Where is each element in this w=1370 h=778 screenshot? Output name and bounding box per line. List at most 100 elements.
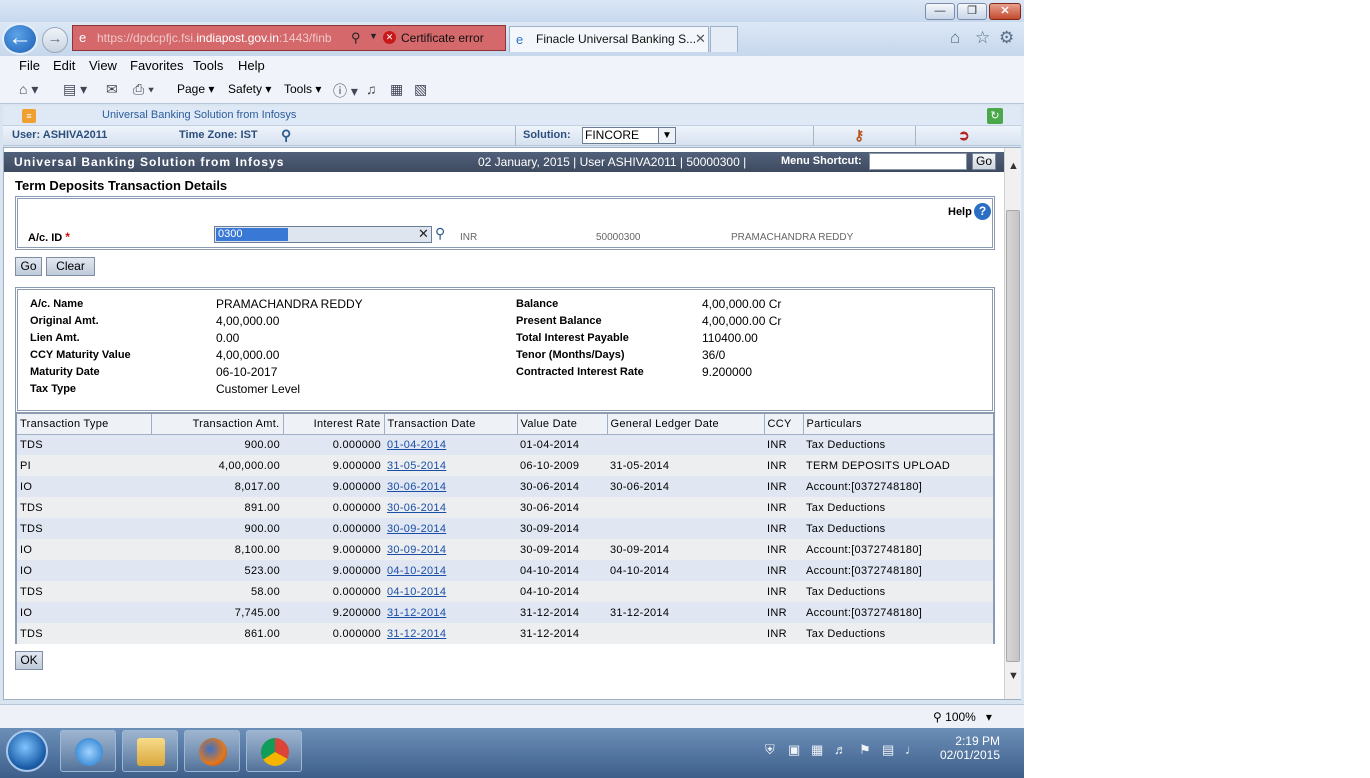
column-header[interactable]: Value Date <box>517 414 608 435</box>
transaction-date-link[interactable]: 04-10-2014 <box>387 565 446 577</box>
column-header[interactable]: CCY <box>764 414 804 435</box>
messenger-icon[interactable]: ▦ <box>390 81 403 98</box>
page-title: Term Deposits Transaction Details <box>15 178 228 193</box>
settings-gear-icon[interactable]: ⚙ <box>999 28 1014 48</box>
chevron-down-icon[interactable]: ▼ <box>658 128 675 143</box>
transaction-date-link[interactable]: 31-12-2014 <box>387 628 446 640</box>
taskbar-internet-explorer[interactable] <box>60 730 116 772</box>
home-icon[interactable]: ⌂ <box>950 28 960 48</box>
address-search-icon[interactable]: ⚲ <box>351 30 361 46</box>
key-icon[interactable]: ⚷ <box>854 127 864 144</box>
menu-shortcut-go-button[interactable]: Go <box>972 153 996 170</box>
action-center-flag-icon[interactable]: ⚑ <box>859 742 871 758</box>
app-refresh-icon[interactable]: ↻ <box>987 108 1003 124</box>
browser-tab[interactable]: e Finacle Universal Banking S... ✕ <box>509 26 709 52</box>
acid-input[interactable]: 0300 ✕ <box>214 226 432 243</box>
rss-icon[interactable]: ≡ <box>22 109 36 123</box>
column-header[interactable]: General Ledger Date <box>607 414 765 435</box>
column-header[interactable]: Transaction Amt. <box>151 414 284 435</box>
account-search-icon[interactable]: ⚲ <box>435 225 445 242</box>
table-cell-ccy: INR <box>764 581 803 602</box>
vertical-scrollbar[interactable]: ▲ ▼ <box>1004 148 1021 699</box>
system-clock[interactable]: 2:19 PM 02/01/2015 <box>928 734 1000 762</box>
forward-button[interactable]: → <box>42 27 68 53</box>
transaction-date-link[interactable]: 30-06-2014 <box>387 481 446 493</box>
solution-select[interactable]: FINCORE ▼ <box>582 127 676 144</box>
table-cell-gl: 31-05-2014 <box>607 455 764 476</box>
search-icon[interactable]: ⚲ <box>281 127 291 144</box>
tray-speaker-icon[interactable]: ♬ <box>834 742 847 757</box>
security-shield-icon[interactable]: ⛨ <box>765 742 775 758</box>
help-icon[interactable]: ? <box>974 203 991 220</box>
menu-file[interactable]: File <box>19 58 40 73</box>
scroll-thumb[interactable] <box>1006 210 1020 662</box>
transaction-date-link[interactable]: 30-09-2014 <box>387 523 446 535</box>
minimize-button[interactable]: — <box>925 3 955 20</box>
timezone-label: Time Zone: IST <box>179 129 258 141</box>
certificate-error-icon[interactable]: ✕ <box>383 31 396 44</box>
ok-button[interactable]: OK <box>15 651 43 670</box>
help-link[interactable]: Help <box>948 206 972 218</box>
menu-help[interactable]: Help <box>238 58 265 73</box>
transaction-date-link[interactable]: 30-09-2014 <box>387 544 446 556</box>
research-icon[interactable]: ♫ <box>366 81 377 97</box>
menu-favorites[interactable]: Favorites <box>130 58 183 73</box>
tray-app-icon[interactable]: ▣ <box>788 742 800 758</box>
addon-icon[interactable]: ▧ <box>414 81 427 98</box>
page-menu[interactable]: Page ▾ <box>177 82 214 96</box>
safety-menu[interactable]: Safety ▾ <box>228 82 271 96</box>
close-window-button[interactable]: ✕ <box>989 3 1021 20</box>
table-cell-gl <box>607 434 764 455</box>
column-header[interactable]: Interest Rate <box>283 414 385 435</box>
tab-close-icon[interactable]: ✕ <box>695 31 706 47</box>
transaction-date-link[interactable]: 30-06-2014 <box>387 502 446 514</box>
column-header[interactable]: Transaction Date <box>384 414 518 435</box>
menu-shortcut-input[interactable] <box>869 153 967 170</box>
scroll-down-icon[interactable]: ▼ <box>1008 670 1019 682</box>
transaction-date-link[interactable]: 31-05-2014 <box>387 460 446 472</box>
clear-input-icon[interactable]: ✕ <box>418 226 429 242</box>
tray-network-app-icon[interactable]: ▦ <box>811 742 823 758</box>
address-url[interactable]: https://dpdcpfjc.fsi.indiapost.gov.in:14… <box>73 31 345 45</box>
home-icon[interactable]: ⌂ ▾ <box>19 81 38 98</box>
address-bar[interactable]: e https://dpdcpfjc.fsi.indiapost.gov.in:… <box>72 25 572 51</box>
table-cell-tdate: 31-05-2014 <box>384 455 517 476</box>
taskbar-file-explorer[interactable] <box>122 730 178 772</box>
back-button[interactable]: ← <box>2 23 38 55</box>
column-header[interactable]: Particulars <box>803 414 993 435</box>
zoom-control[interactable]: ⚲ 100% ▾ <box>933 710 992 724</box>
network-icon[interactable]: ▤ <box>882 742 894 758</box>
transaction-date-link[interactable]: 01-04-2014 <box>387 439 446 451</box>
table-cell-part: Tax Deductions <box>803 518 993 539</box>
column-header[interactable]: Transaction Type <box>17 414 152 435</box>
table-cell-tdate: 04-10-2014 <box>384 581 517 602</box>
browser-window: — ❐ ✕ ← → e https://dpdcpfjc.fsi.indiapo… <box>0 0 1024 778</box>
table-cell-gl <box>607 518 764 539</box>
transaction-date-link[interactable]: 31-12-2014 <box>387 607 446 619</box>
menu-tools[interactable]: Tools <box>193 58 223 73</box>
clear-button[interactable]: Clear <box>46 257 95 276</box>
tools-menu[interactable]: Tools ▾ <box>284 82 321 96</box>
table-cell-gl <box>607 623 764 644</box>
favorites-star-icon[interactable]: ☆ <box>975 28 990 48</box>
new-tab-button[interactable] <box>710 26 738 52</box>
maximize-button[interactable]: ❐ <box>957 3 987 20</box>
feeds-icon[interactable]: ▤ ▾ <box>63 81 87 98</box>
table-cell-ccy: INR <box>764 623 803 644</box>
scroll-up-icon[interactable]: ▲ <box>1008 160 1019 172</box>
start-button[interactable] <box>6 730 48 772</box>
taskbar-chrome[interactable] <box>246 730 302 772</box>
volume-icon[interactable]: ♩ <box>905 742 918 757</box>
help-icon[interactable]: ⓘ ▾ <box>333 81 358 101</box>
taskbar-firefox[interactable] <box>184 730 240 772</box>
logout-icon[interactable]: ➲ <box>958 127 970 144</box>
transaction-date-link[interactable]: 04-10-2014 <box>387 586 446 598</box>
certificate-error-label[interactable]: Certificate error <box>401 31 484 45</box>
menu-edit[interactable]: Edit <box>53 58 75 73</box>
go-button[interactable]: Go <box>15 257 42 276</box>
solution-label: Solution: <box>523 129 571 141</box>
address-dropdown-icon[interactable]: ▼ <box>369 31 378 41</box>
menu-view[interactable]: View <box>89 58 117 73</box>
mail-icon[interactable]: ✉ <box>106 81 118 98</box>
print-icon[interactable]: ⎙ ▾ <box>133 81 154 98</box>
